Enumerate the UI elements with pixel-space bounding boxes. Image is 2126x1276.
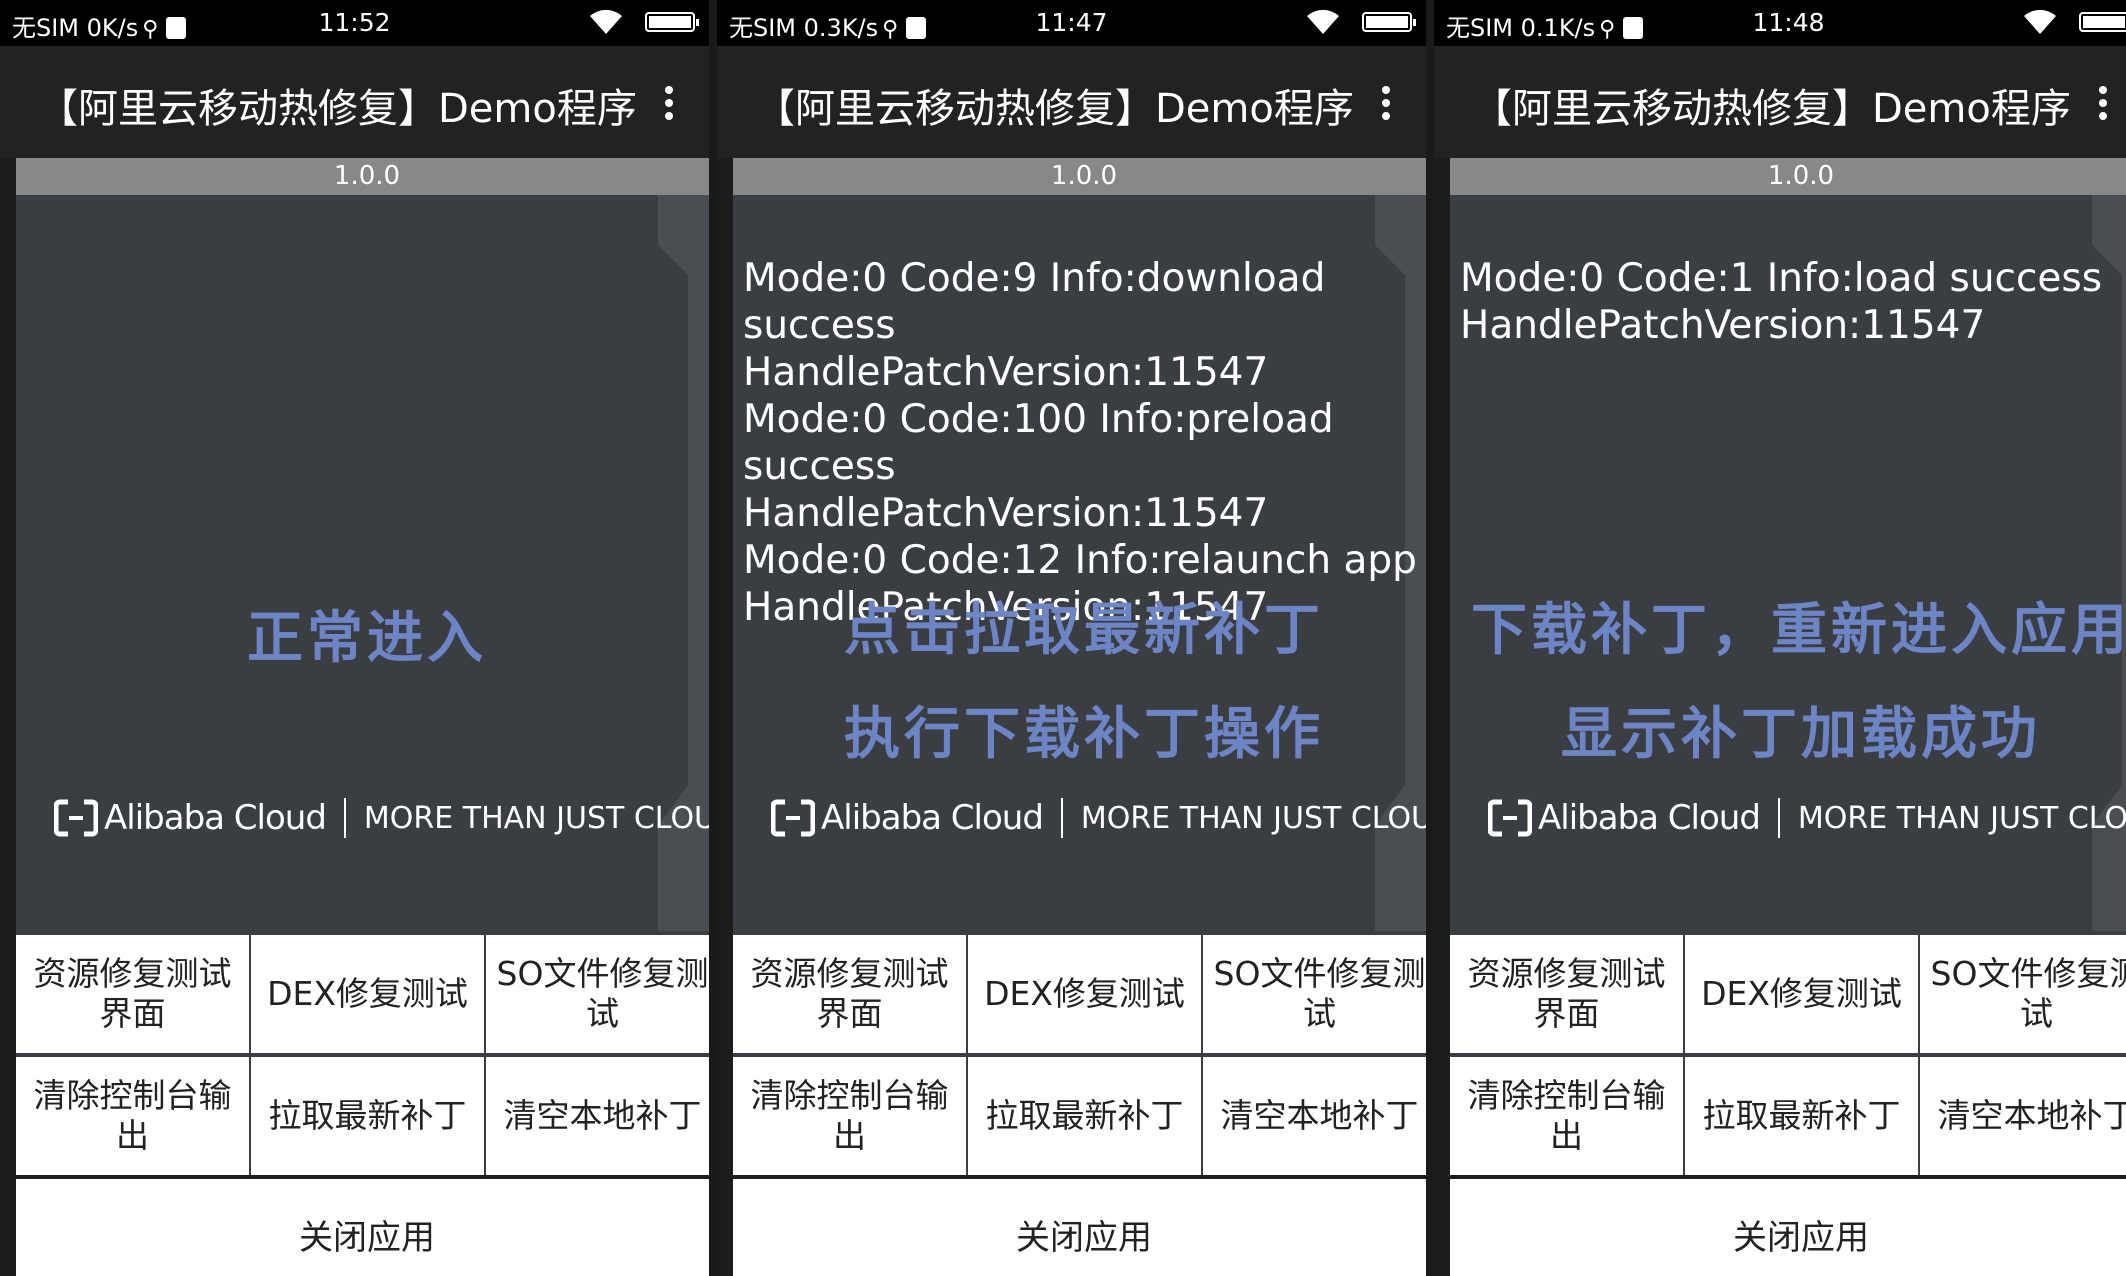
alibaba-cloud-logo: Alibaba Cloud MORE THAN JUST CLOUD [1488, 793, 2126, 843]
brand-name: Alibaba Cloud [1538, 798, 1761, 838]
resource-fix-test-button[interactable]: 资源修复测试界面 [16, 935, 249, 1053]
app-bar: 【阿里云移动热修复】Demo程序 [717, 46, 1426, 158]
brand-name: Alibaba Cloud [104, 798, 327, 838]
close-app-button[interactable]: 关闭应用 [1450, 1179, 2126, 1276]
wifi-icon [1307, 9, 1339, 34]
alibaba-cloud-mark-icon [771, 799, 815, 837]
status-bar: 无SIM 0.1K/s ⚲ 11:48 [1434, 0, 2126, 46]
so-fix-test-button[interactable]: SO文件修复测试 [486, 935, 709, 1053]
overflow-menu-icon[interactable] [1379, 86, 1393, 126]
so-fix-test-button[interactable]: SO文件修复测试 [1203, 935, 1426, 1053]
version-label: 1.0.0 [733, 158, 1426, 195]
clear-console-button[interactable]: 清除控制台输出 [16, 1057, 249, 1175]
brand-name: Alibaba Cloud [821, 798, 1044, 838]
log-line: Mode:0 Code:9 Info:download success Hand… [743, 256, 1326, 395]
app-title: 【阿里云移动热修复】Demo程序 [38, 86, 637, 132]
main-content: 1.0.0 Mode:0 Code:1 Info:load success Ha… [1450, 158, 2126, 1276]
caption-line-1: 点击拉取最新补丁 [844, 598, 1324, 663]
caption-line-1: 正常进入 [247, 606, 487, 671]
phone-screen-3: 无SIM 0.1K/s ⚲ 11:48 【阿里云移动热修复】Demo程序 1.0.… [1434, 0, 2126, 1276]
app-title: 【阿里云移动热修复】Demo程序 [755, 86, 1354, 132]
app-bar: 【阿里云移动热修复】Demo程序 [1434, 46, 2126, 158]
clear-console-button[interactable]: 清除控制台输出 [1450, 1057, 1683, 1175]
battery-icon [2079, 12, 2126, 32]
close-app-button[interactable]: 关闭应用 [16, 1179, 709, 1276]
main-content: 1.0.0 正常进入 Alibaba Cloud MORE THAN JUST … [16, 158, 709, 1276]
app-title: 【阿里云移动热修复】Demo程序 [1472, 86, 2071, 132]
caption-line-1: 下载补丁，重新进入应用 [1471, 598, 2126, 663]
brand-slogan: MORE THAN JUST CLOUD [1080, 800, 1426, 836]
banner: Mode:0 Code:1 Info:load success HandlePa… [1450, 195, 2126, 931]
version-label: 1.0.0 [1450, 158, 2126, 195]
brand-separator [1060, 798, 1063, 838]
main-content: 1.0.0 Mode:0 Code:9 Info:download succes… [733, 158, 1426, 1276]
banner: 正常进入 Alibaba Cloud MORE THAN JUST CLOUD [16, 195, 709, 931]
dex-fix-test-button[interactable]: DEX修复测试 [968, 935, 1201, 1053]
fetch-patch-button[interactable]: 拉取最新补丁 [251, 1057, 484, 1175]
battery-icon [645, 12, 699, 32]
phone-screen-2: 无SIM 0.3K/s ⚲ 11:47 【阿里云移动热修复】Demo程序 1.0.… [717, 0, 1426, 1276]
status-bar: 无SIM 0.3K/s ⚲ 11:47 [717, 0, 1426, 46]
app-bar: 【阿里云移动热修复】Demo程序 [0, 46, 709, 158]
resource-fix-test-button[interactable]: 资源修复测试界面 [1450, 935, 1683, 1053]
clear-local-patch-button[interactable]: 清空本地补丁 [1203, 1057, 1426, 1175]
alibaba-cloud-mark-icon [1488, 799, 1532, 837]
clear-console-button[interactable]: 清除控制台输出 [733, 1057, 966, 1175]
brand-slogan: MORE THAN JUST CLOUD [1797, 800, 2126, 836]
overflow-menu-icon[interactable] [662, 86, 676, 126]
version-label: 1.0.0 [16, 158, 709, 195]
wifi-icon [590, 9, 622, 34]
fetch-patch-button[interactable]: 拉取最新补丁 [968, 1057, 1201, 1175]
brand-separator [343, 798, 346, 838]
caption-line-2: 执行下载补丁操作 [844, 702, 1324, 767]
button-grid: 资源修复测试界面 DEX修复测试 SO文件修复测试 清除控制台输出 拉取最新补丁… [733, 931, 1426, 1175]
resource-fix-test-button[interactable]: 资源修复测试界面 [733, 935, 966, 1053]
button-grid: 资源修复测试界面 DEX修复测试 SO文件修复测试 清除控制台输出 拉取最新补丁… [1450, 931, 2126, 1175]
dex-fix-test-button[interactable]: DEX修复测试 [251, 935, 484, 1053]
so-fix-test-button[interactable]: SO文件修复测试 [1920, 935, 2126, 1053]
log-line: Mode:0 Code:1 Info:load success HandlePa… [1460, 256, 2103, 348]
close-app-button[interactable]: 关闭应用 [733, 1179, 1426, 1276]
overflow-menu-icon[interactable] [2096, 86, 2110, 126]
alibaba-cloud-logo: Alibaba Cloud MORE THAN JUST CLOUD [771, 793, 1426, 843]
brand-slogan: MORE THAN JUST CLOUD [363, 800, 709, 836]
phone-screen-1: 无SIM 0K/s ⚲ 11:52 【阿里云移动热修复】Demo程序 1.0.0 … [0, 0, 709, 1276]
brand-separator [1777, 798, 1780, 838]
fetch-patch-button[interactable]: 拉取最新补丁 [1685, 1057, 1918, 1175]
clear-local-patch-button[interactable]: 清空本地补丁 [486, 1057, 709, 1175]
alibaba-cloud-mark-icon [54, 799, 98, 837]
clear-local-patch-button[interactable]: 清空本地补丁 [1920, 1057, 2126, 1175]
console-log: Mode:0 Code:1 Info:load success HandlePa… [1460, 255, 2126, 349]
alibaba-cloud-logo: Alibaba Cloud MORE THAN JUST CLOUD [54, 793, 709, 843]
button-grid: 资源修复测试界面 DEX修复测试 SO文件修复测试 清除控制台输出 拉取最新补丁… [16, 931, 709, 1175]
status-bar: 无SIM 0K/s ⚲ 11:52 [0, 0, 709, 46]
caption-line-2: 显示补丁加载成功 [1561, 702, 2041, 767]
wifi-icon [2024, 9, 2056, 34]
battery-icon [1362, 12, 1416, 32]
banner: Mode:0 Code:9 Info:download success Hand… [733, 195, 1426, 931]
log-line: Mode:0 Code:100 Info:preload success Han… [743, 397, 1334, 536]
console-log: Mode:0 Code:9 Info:download success Hand… [743, 255, 1423, 631]
dex-fix-test-button[interactable]: DEX修复测试 [1685, 935, 1918, 1053]
